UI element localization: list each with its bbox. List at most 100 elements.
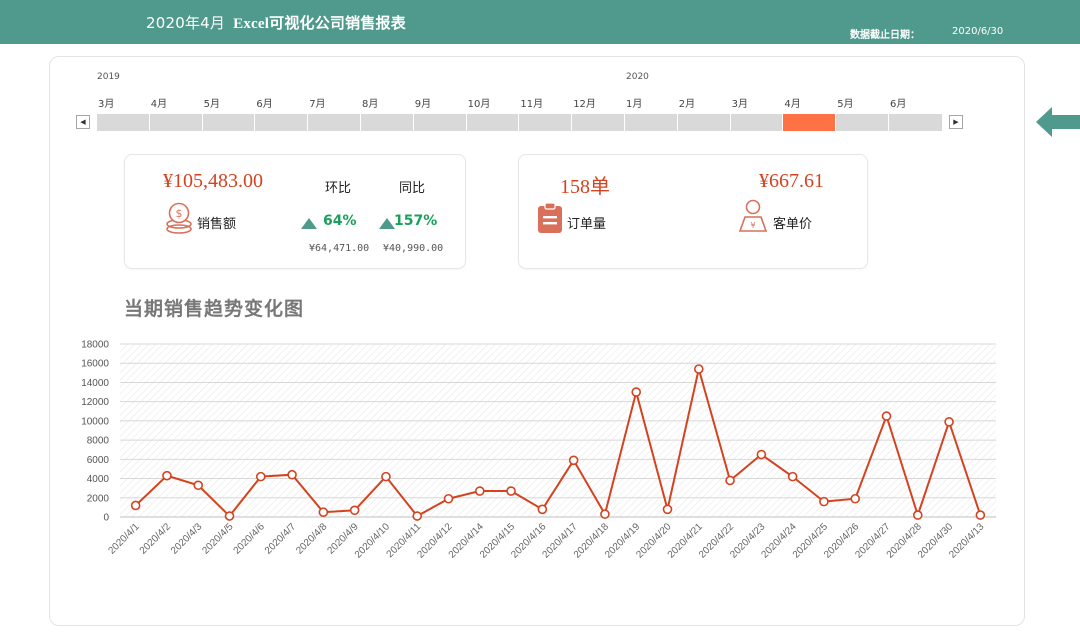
year-label-2019: 2019 [97, 72, 120, 82]
data-point[interactable] [568, 455, 579, 466]
y-tick-label: 14000 [81, 378, 109, 389]
y-tick-label: 0 [103, 513, 109, 524]
coin-stack-icon: $ [166, 202, 192, 234]
data-point[interactable] [756, 449, 767, 460]
timeline-month-label[interactable]: 8月 [362, 95, 378, 110]
timeline-scroll-right-button[interactable]: ▶ [949, 115, 963, 129]
data-point[interactable] [130, 500, 141, 511]
timeline-segment[interactable] [307, 114, 360, 131]
data-point[interactable] [443, 493, 454, 504]
mom-value: ¥64,471.00 [309, 243, 370, 254]
timeline-segment[interactable] [835, 114, 888, 131]
data-point[interactable] [850, 493, 861, 504]
timeline-segment[interactable] [518, 114, 572, 131]
timeline-month-label[interactable]: 5月 [837, 95, 853, 110]
timeline-segment[interactable] [571, 114, 624, 131]
data-point[interactable] [193, 480, 204, 491]
y-tick-label: 2000 [87, 493, 110, 504]
y-tick-label: 16000 [81, 359, 109, 370]
customer-price-icon: ¥ [738, 199, 768, 232]
timeline-segment[interactable] [360, 114, 413, 131]
data-point[interactable] [287, 469, 297, 480]
x-tick-label: 2020/4/13 [947, 521, 987, 561]
avg-order-price: ¥667.61 [759, 170, 824, 192]
data-point[interactable] [255, 471, 266, 482]
data-point[interactable] [474, 486, 485, 496]
timeline-segment[interactable] [96, 114, 149, 131]
y-tick-label: 18000 [81, 340, 109, 351]
data-point[interactable] [318, 507, 329, 517]
mom-label: 环比 [325, 181, 352, 196]
timeline-month-label[interactable]: 7月 [309, 95, 325, 110]
timeline-segment[interactable] [676, 114, 730, 131]
timeline-month-label[interactable]: 3月 [732, 95, 748, 110]
timeline-month-label[interactable]: 9月 [415, 95, 431, 110]
timeline-segment[interactable] [465, 114, 519, 131]
order-count: 158单 [560, 176, 610, 198]
data-point[interactable] [975, 510, 986, 520]
timeline-month-label[interactable]: 3月 [98, 95, 114, 110]
sales-card: ¥105,483.00 环比 同比 $ 销售额 64% 157% ¥64,471… [124, 154, 466, 269]
data-point[interactable] [819, 496, 829, 507]
data-point[interactable] [725, 475, 735, 486]
y-tick-label: 10000 [81, 416, 109, 427]
timeline-segment[interactable] [254, 114, 308, 131]
timeline-slicer: 2019 2020 3月 4月 5月 6月 7月 8月 9月 10月 11月 12月 1月 2月 3月 4… [0, 0, 1080, 140]
timeline-segment[interactable] [888, 114, 941, 131]
data-point[interactable] [631, 387, 642, 397]
sales-amount: ¥105,483.00 [163, 170, 263, 192]
data-point[interactable] [944, 417, 954, 427]
y-tick-label: 6000 [87, 455, 110, 466]
svg-text:¥: ¥ [750, 221, 755, 230]
timeline-month-label[interactable]: 4月 [784, 95, 800, 110]
timeline-segment[interactable] [412, 114, 466, 131]
mom-up-triangle-icon [301, 218, 317, 229]
timeline-month-label[interactable]: 10月 [468, 95, 491, 110]
plot-area [120, 344, 996, 517]
yoy-up-triangle-icon [379, 218, 395, 229]
x-tick-label: 2020/4/3 [169, 521, 205, 557]
data-point[interactable] [881, 411, 892, 421]
year-label-2020: 2020 [626, 72, 649, 82]
sales-trend-chart: 0 2000 4000 6000 8000 10000 12000 14000 16000 180… [81, 340, 996, 561]
y-tick-label: 12000 [81, 397, 109, 408]
timeline-track[interactable] [96, 114, 942, 131]
data-point[interactable] [349, 505, 360, 516]
timeline-month-label[interactable]: 4月 [151, 95, 167, 110]
arrow-left-icon[interactable] [1036, 107, 1080, 137]
data-point[interactable] [381, 471, 391, 482]
data-point[interactable] [600, 509, 610, 519]
timeline-segment[interactable] [624, 114, 677, 131]
x-tick-label: 2020/4/6 [232, 521, 268, 557]
data-point[interactable] [224, 511, 235, 521]
orders-label: 订单量 [567, 217, 607, 232]
timeline-month-label[interactable]: 12月 [573, 95, 596, 110]
timeline-month-label[interactable]: 1月 [626, 95, 642, 110]
timeline-month-label[interactable]: 6月 [890, 95, 906, 110]
data-point[interactable] [693, 364, 704, 374]
data-point[interactable] [162, 470, 172, 481]
data-point[interactable] [787, 471, 798, 482]
timeline-scroll-left-button[interactable]: ◀ [76, 115, 90, 129]
yoy-value: ¥40,990.00 [383, 243, 444, 254]
data-point[interactable] [537, 504, 548, 515]
data-point[interactable] [912, 510, 923, 520]
timeline-segment[interactable] [148, 114, 202, 131]
orders-card: 158单 ¥667.61 订单量 ¥ 客单价 [518, 154, 868, 269]
data-point[interactable] [506, 486, 516, 496]
sales-label: 销售额 [197, 217, 237, 232]
timeline-month-label[interactable]: 5月 [204, 95, 220, 110]
x-tick-label: 2020/4/2 [138, 521, 174, 557]
y-tick-label: 4000 [87, 474, 110, 485]
data-point[interactable] [662, 504, 673, 515]
timeline-segment-selected[interactable] [782, 114, 836, 131]
x-tick-label: 2020/4/5 [200, 521, 236, 557]
x-tick-label: 2020/4/8 [294, 521, 330, 557]
timeline-month-label[interactable]: 6月 [256, 95, 272, 110]
timeline-segment[interactable] [201, 114, 255, 131]
timeline-month-label[interactable]: 11月 [520, 95, 543, 110]
timeline-month-label[interactable]: 2月 [679, 95, 695, 110]
timeline-segment[interactable] [729, 114, 783, 131]
data-point[interactable] [412, 511, 423, 521]
x-tick-label: 2020/4/1 [106, 521, 142, 557]
